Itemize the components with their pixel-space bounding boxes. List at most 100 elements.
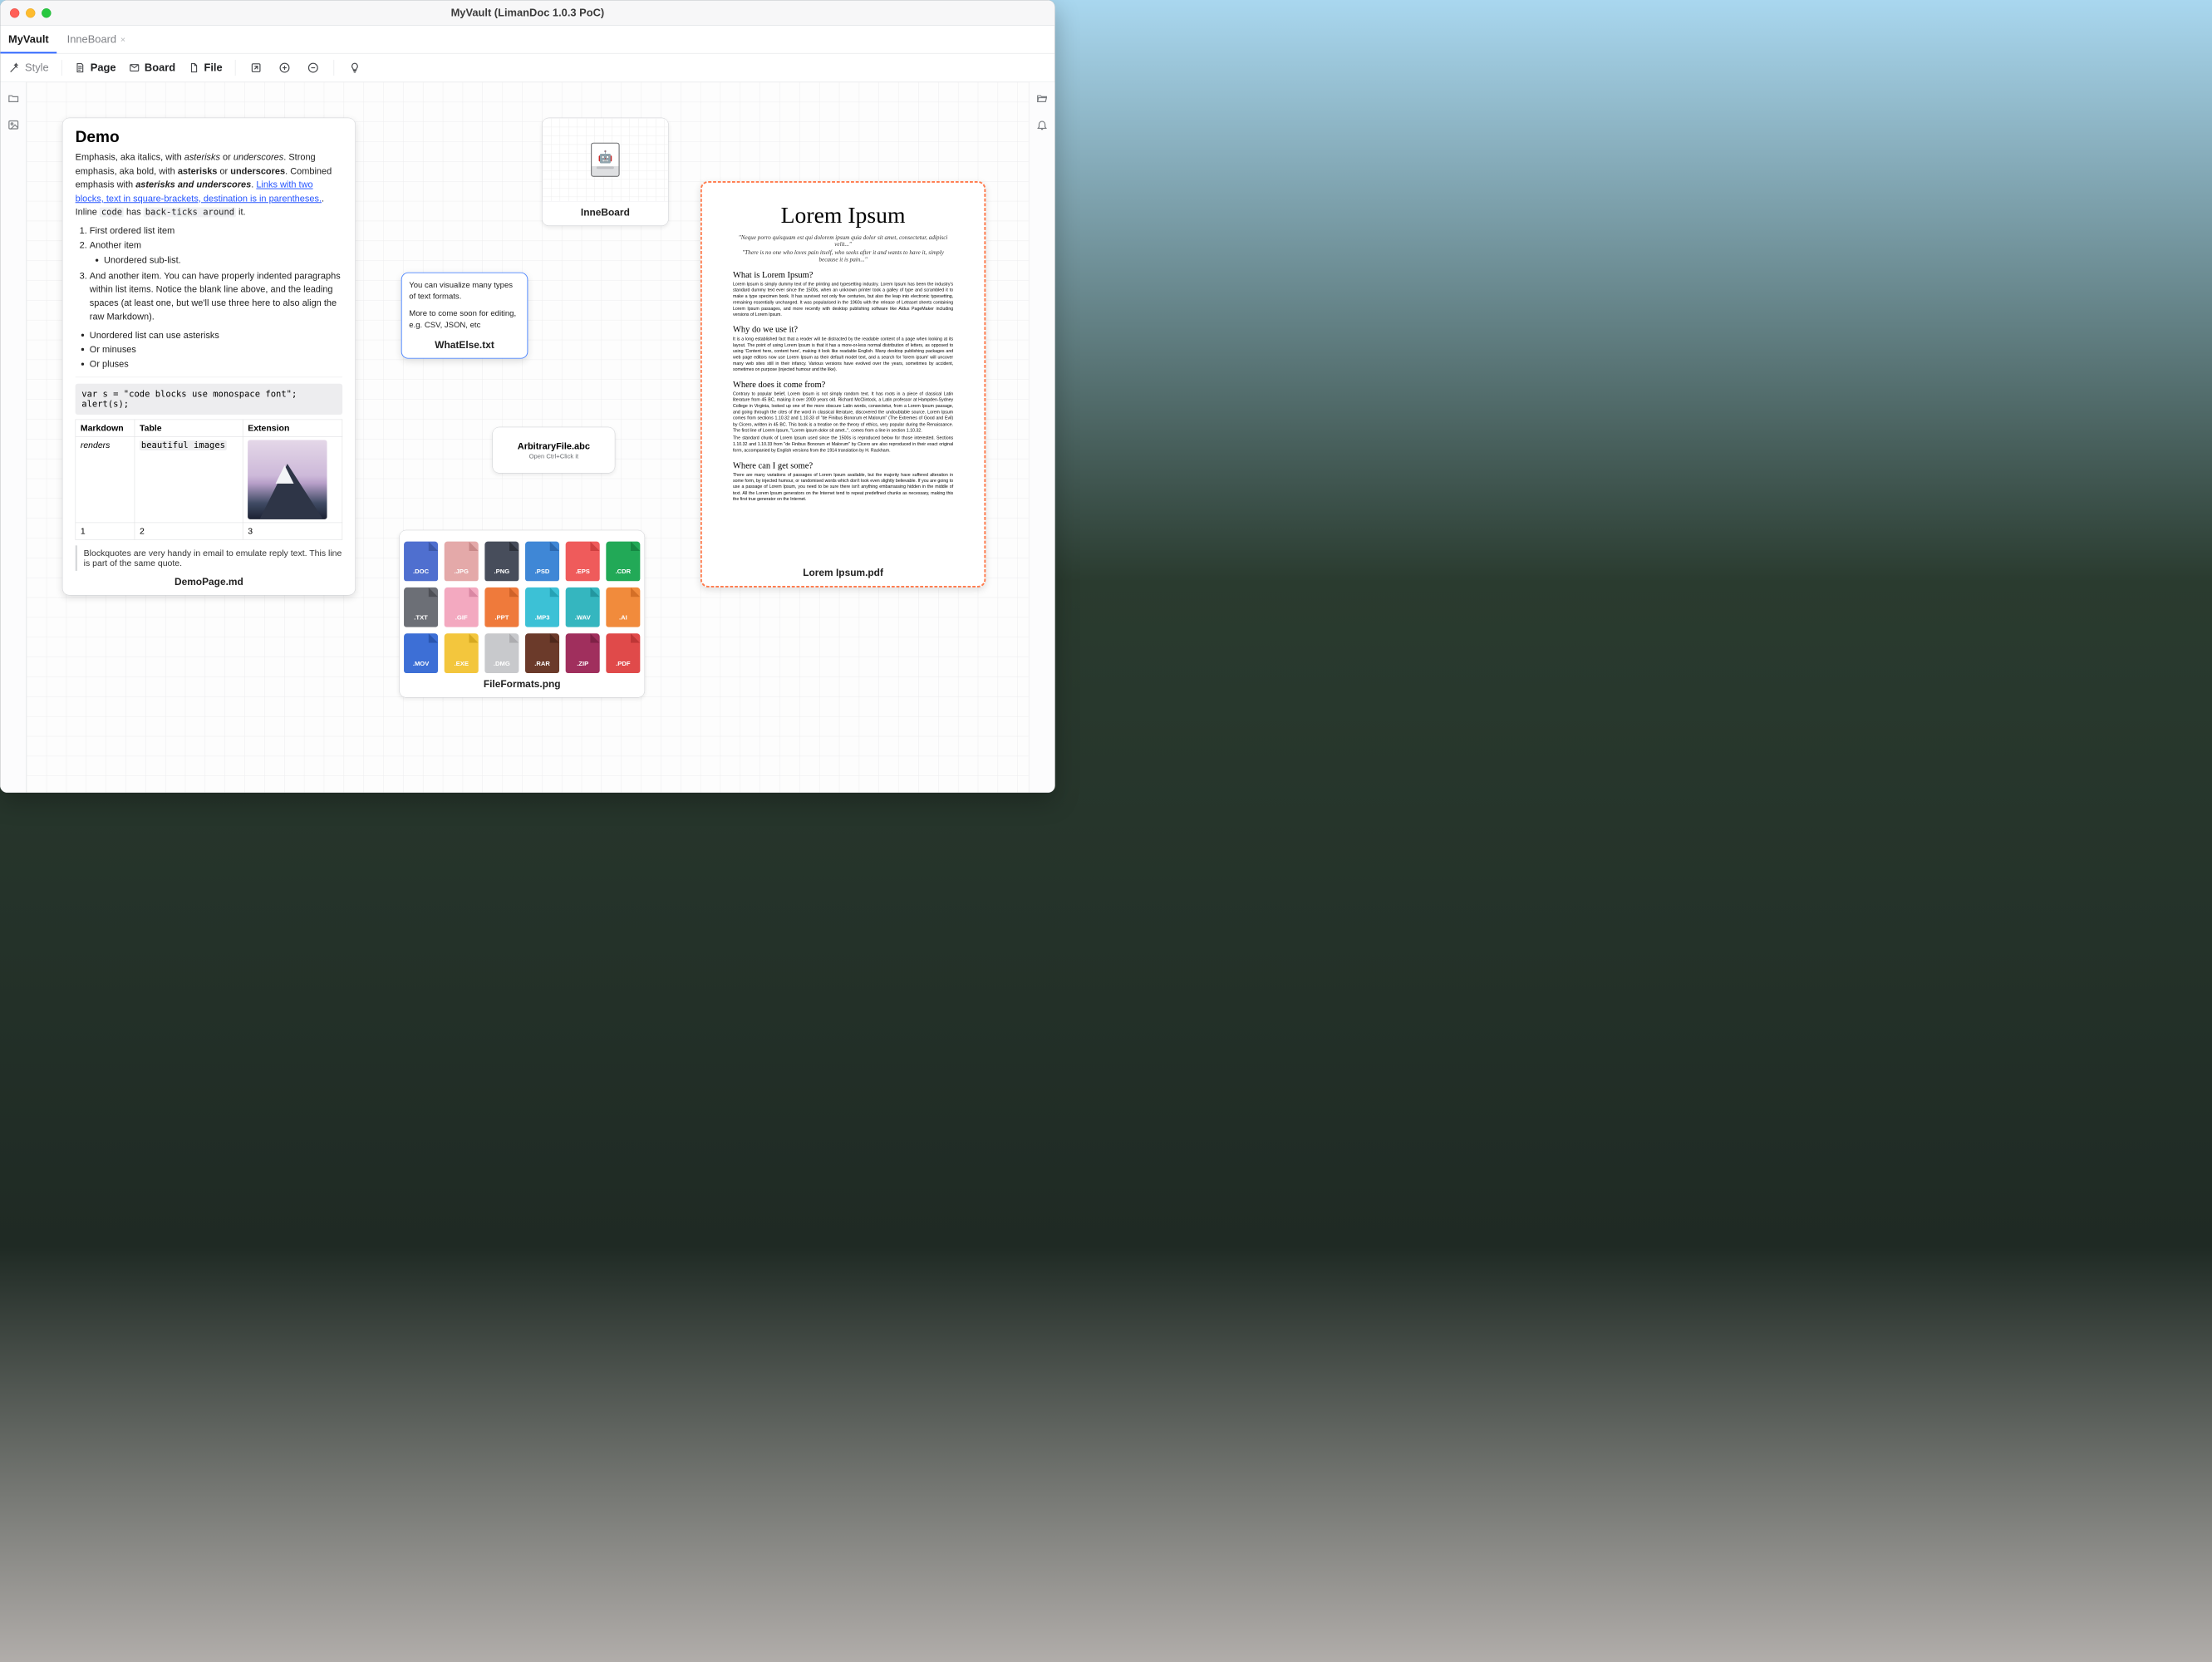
mountain-image xyxy=(248,440,327,519)
th: Table xyxy=(135,420,243,437)
notifications-button[interactable] xyxy=(1035,118,1049,132)
new-file-button[interactable]: File xyxy=(188,61,222,74)
file-type-icon: .DMG xyxy=(484,633,519,673)
left-rail xyxy=(0,82,26,793)
bell-icon xyxy=(1036,119,1048,130)
tab-inneboard[interactable]: InneBoard × xyxy=(65,26,128,53)
txt-body: You can visualize many types of text for… xyxy=(402,273,528,334)
lightbulb-icon xyxy=(349,61,361,73)
table-row: renders beautiful images xyxy=(76,436,342,523)
card-body: Demo Emphasis, aka italics, with asteris… xyxy=(62,118,355,571)
board-label: Board xyxy=(145,61,175,74)
tab-myvault[interactable]: MyVault xyxy=(6,26,51,53)
new-page-button[interactable]: Page xyxy=(75,61,116,74)
code-block: var s = "code blocks use monospace font"… xyxy=(76,384,342,415)
zoom-out-button[interactable] xyxy=(305,60,321,76)
zoom-in-button[interactable] xyxy=(277,60,292,76)
file-type-icon: .WAV xyxy=(566,588,600,627)
folder-open-icon xyxy=(1036,93,1048,105)
robot-doc-icon: 🤖 xyxy=(591,142,619,176)
tab-label: MyVault xyxy=(8,33,49,46)
file-type-icon: .TXT xyxy=(404,588,438,627)
file-type-icon: .ZIP xyxy=(566,633,600,673)
pdf-section-paragraph: Contrary to popular belief, Lorem Ipsum … xyxy=(733,391,953,434)
pdf-section-paragraph: The standard chunk of Lorem Ipsum used s… xyxy=(733,435,953,454)
file-type-icon: .MP3 xyxy=(525,588,559,627)
document-tabs: MyVault InneBoard × xyxy=(0,26,1054,53)
style-label: Style xyxy=(25,61,49,74)
file-type-icon: .PNG xyxy=(484,542,519,582)
board-icon xyxy=(129,62,140,73)
th: Extension xyxy=(243,420,342,437)
window-controls xyxy=(0,8,51,17)
board-preview: 🤖 xyxy=(543,118,669,201)
pdf-section-heading: What is Lorem Ipsum? xyxy=(733,269,953,279)
demo-paragraph: Emphasis, aka italics, with asterisks or… xyxy=(76,150,342,219)
minus-circle-icon xyxy=(307,61,319,73)
card-caption: DemoPage.md xyxy=(62,571,355,595)
tips-button[interactable] xyxy=(347,60,362,76)
expand-button[interactable] xyxy=(248,60,264,76)
card-inneboard[interactable]: 🤖 InneBoard xyxy=(542,118,669,226)
file-label: File xyxy=(204,61,222,74)
card-caption: FileFormats.png xyxy=(400,673,645,697)
files-panel-button[interactable] xyxy=(6,91,20,106)
card-caption xyxy=(493,462,615,473)
file-type-icon: .CDR xyxy=(606,542,640,582)
pdf-section-heading: Where can I get some? xyxy=(733,460,953,470)
list-item: Unordered sub-list. xyxy=(104,253,342,267)
main-area: Demo Emphasis, aka italics, with asteris… xyxy=(0,82,1054,793)
card-caption: WhatElse.txt xyxy=(402,333,528,358)
card-caption: Lorem Ipsum.pdf xyxy=(702,562,985,586)
pdf-section-paragraph: It is a long established fact that a rea… xyxy=(733,337,953,373)
style-button[interactable]: Style xyxy=(9,61,49,74)
file-type-icon: .PSD xyxy=(525,542,559,582)
expand-icon xyxy=(250,61,262,73)
fullscreen-window-button[interactable] xyxy=(42,8,51,17)
file-type-icon: .MOV xyxy=(404,633,438,673)
list-item: Unordered list can use asterisks xyxy=(90,328,342,342)
abc-title: ArbitraryFile.abc xyxy=(499,440,607,451)
pdf-section-paragraph: There are many variations of passages of… xyxy=(733,472,953,503)
titlebar: MyVault (LimanDoc 1.0.3 PoC) xyxy=(0,0,1054,26)
unordered-list: Unordered list can use asterisks Or minu… xyxy=(76,328,342,371)
card-whatelse-txt[interactable]: You can visualize many types of text for… xyxy=(401,273,528,359)
card-lorem-pdf[interactable]: Lorem Ipsum "Neque porro quisquam est qu… xyxy=(700,181,986,588)
pdf-quote: "Neque porro quisquam est qui dolorem ip… xyxy=(733,234,953,248)
file-type-icon: .AI xyxy=(606,588,640,627)
blockquote: Blockquotes are very handy in email to e… xyxy=(76,545,342,571)
close-window-button[interactable] xyxy=(10,8,19,17)
list-item: Or minuses xyxy=(90,342,342,356)
list-item: First ordered list item xyxy=(90,224,342,237)
toolbar: Style Page Board File xyxy=(0,53,1054,81)
abc-hint: Open Ctrl+Click it xyxy=(499,453,607,460)
media-panel-button[interactable] xyxy=(6,118,20,132)
card-demo-page[interactable]: Demo Emphasis, aka italics, with asteris… xyxy=(62,118,356,596)
pdf-quote: "There is no one who loves pain itself, … xyxy=(733,250,953,263)
txt-line: More to come soon for editing, e.g. CSV,… xyxy=(409,308,520,332)
ordered-list: First ordered list item Another item Uno… xyxy=(76,224,342,323)
page-icon xyxy=(75,62,86,73)
close-icon[interactable]: × xyxy=(120,34,125,44)
txt-line: You can visualize many types of text for… xyxy=(409,279,520,302)
sub-list: Unordered sub-list. xyxy=(90,253,342,267)
file-type-icon: .JPG xyxy=(445,542,479,582)
table-row: 1 2 3 xyxy=(76,523,342,540)
th: Markdown xyxy=(76,420,135,437)
app-window: MyVault (LimanDoc 1.0.3 PoC) MyVault Inn… xyxy=(0,0,1055,793)
pdf-section-heading: Why do we use it? xyxy=(733,324,953,334)
pdf-section-heading: Where does it come from? xyxy=(733,379,953,389)
window-title: MyVault (LimanDoc 1.0.3 PoC) xyxy=(451,7,605,19)
list-item: Another item Unordered sub-list. xyxy=(90,238,342,267)
file-type-icon: .EPS xyxy=(566,542,600,582)
card-fileformats-png[interactable]: .DOC.JPG.PNG.PSD.EPS.CDR.TXT.GIF.PPT.MP3… xyxy=(399,530,645,698)
file-icon xyxy=(188,62,199,73)
open-external-button[interactable] xyxy=(1035,91,1049,106)
pdf-title: Lorem Ipsum xyxy=(733,202,953,229)
minimize-window-button[interactable] xyxy=(26,8,35,17)
new-board-button[interactable]: Board xyxy=(129,61,175,74)
page-label: Page xyxy=(91,61,116,74)
board-canvas[interactable]: Demo Emphasis, aka italics, with asteris… xyxy=(27,82,1029,793)
file-type-icon: .RAR xyxy=(525,633,559,673)
card-arbitrary-file[interactable]: ArbitraryFile.abc Open Ctrl+Click it xyxy=(492,427,615,474)
